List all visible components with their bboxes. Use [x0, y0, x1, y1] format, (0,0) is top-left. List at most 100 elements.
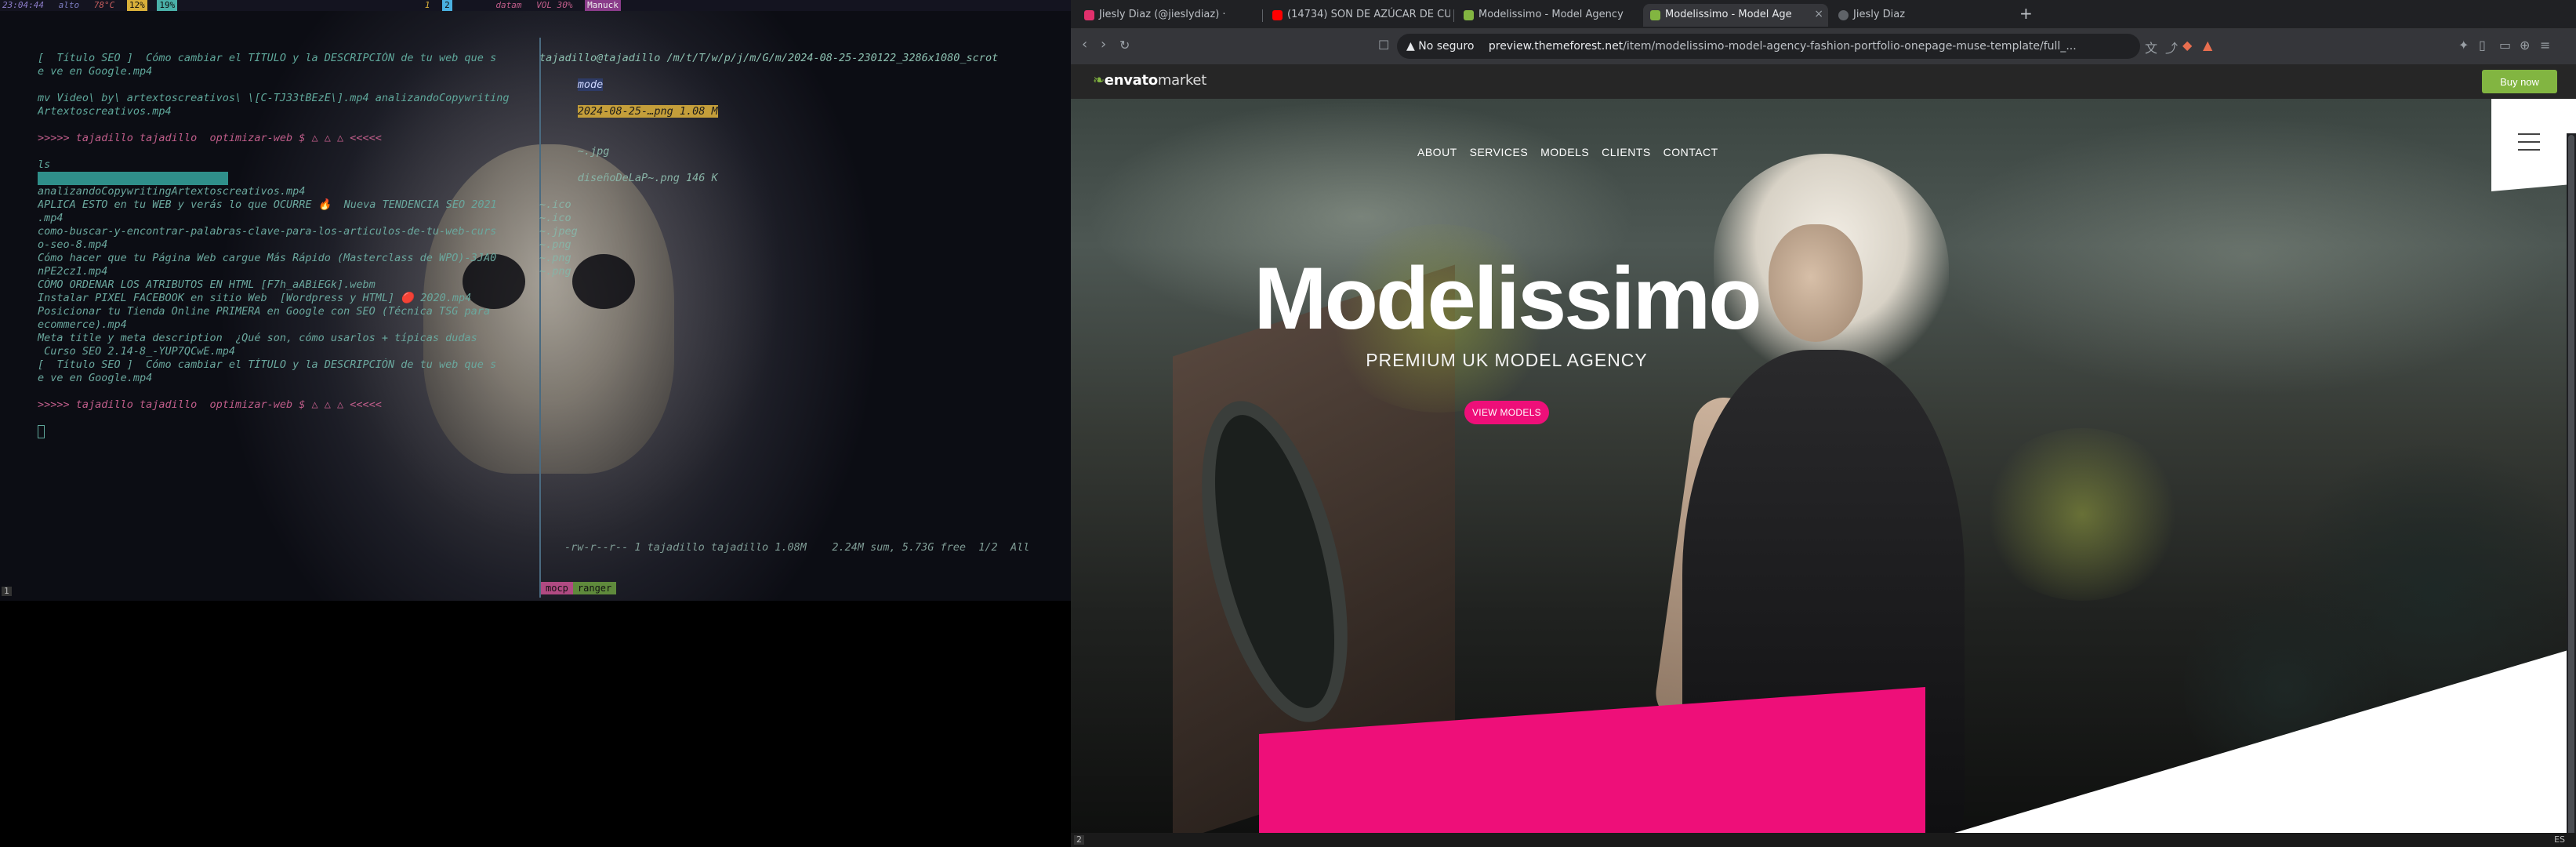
brave-shield-icon[interactable]: ◆: [2182, 38, 2192, 53]
bottom-status-bar: 2 ES: [1071, 833, 2576, 847]
web-content[interactable]: ❧envatomarket Buy now ABOUT SERVICES MOD…: [1071, 64, 2576, 833]
forward-icon[interactable]: ›: [1101, 36, 1106, 53]
tab-modelissimo-active[interactable]: Modelissimo - Model Age ×: [1643, 4, 1828, 27]
reload-icon[interactable]: ↻: [1119, 38, 1130, 53]
ranger-row[interactable]: mode 2024-08-25-…png 1.08 M: [539, 65, 1058, 132]
workspace-indicator: 2: [1074, 835, 1084, 845]
address-bar[interactable]: ▲ No seguro preview.themeforest.net/item…: [1397, 34, 2140, 59]
view-models-button[interactable]: VIEW MODELS: [1464, 401, 1549, 424]
terminal-cursor[interactable]: [38, 425, 511, 439]
bookmark-icon[interactable]: ☐: [1378, 38, 1389, 53]
terminal-line: e ve en Google.mp4: [38, 65, 153, 78]
shell-prompt: >>>>> tajadillo tajadillo optimizar-web …: [38, 132, 382, 144]
tab-label: Jiesly Diaz: [1853, 9, 1906, 20]
envato-icon: [1650, 10, 1660, 20]
file-entry: Cómo hacer que tu Página Web cargue Más …: [38, 252, 497, 264]
buy-now-button[interactable]: Buy now: [2482, 70, 2557, 93]
status-item-cpu: 12%: [126, 0, 147, 11]
nav-services[interactable]: SERVICES: [1470, 146, 1529, 158]
rewards-icon[interactable]: ▲: [2203, 38, 2212, 53]
file-entry: CÓMO ORDENAR LOS ATRIBUTOS EN HTML [F7h_…: [38, 278, 376, 291]
status-item-host: alto: [58, 0, 80, 10]
ranger-row[interactable]: ~.jpg diseñoDeLaP~.png 146 K: [539, 132, 1058, 198]
ranger-entry[interactable]: ~.png: [539, 252, 1058, 265]
ranger-entry[interactable]: ~.ico: [539, 212, 1058, 225]
nav-models[interactable]: MODELS: [1540, 146, 1589, 158]
close-tab-icon[interactable]: ×: [1814, 8, 1823, 20]
nav-contact[interactable]: CONTACT: [1664, 146, 1718, 158]
hero-section: ABOUT SERVICES MODELS CLIENTS CONTACT Mo…: [1071, 99, 2576, 833]
terminal-line: mv Video\ by\ artextoscreativos\ \[C-TJ3…: [38, 92, 510, 104]
file-entry: o-seo-8.mp4: [38, 238, 108, 251]
ranger-entry[interactable]: ~.jpeg: [539, 225, 1058, 238]
pane-number: 1: [2, 587, 12, 596]
file-entry: analizandoCopywritingArtextoscreativos.m…: [38, 185, 306, 198]
not-secure-label[interactable]: No seguro: [1418, 40, 1474, 53]
file-entry: Instalar PIXEL FACEBOOK en sitio Web [Wo…: [38, 292, 472, 304]
hamburger-icon[interactable]: [2518, 133, 2540, 135]
terminal-window[interactable]: [ Título SEO ] Cómo cambiar el TÍTULO y …: [0, 11, 1071, 601]
terminal-line: Artextoscreativos.mp4: [38, 105, 172, 118]
url-host: preview.themeforest.net: [1488, 40, 1624, 53]
terminal-line: [ Título SEO ] Cómo cambiar el TÍTULO y …: [38, 52, 497, 64]
nav-about[interactable]: ABOUT: [1417, 146, 1457, 158]
tmux-tabs[interactable]: mocp ranger: [541, 582, 617, 594]
shell-pane[interactable]: [ Título SEO ] Cómo cambiar el TÍTULO y …: [38, 52, 511, 593]
envato-icon: [1464, 10, 1474, 20]
file-entry: como-buscar-y-encontrar-palabras-clave-p…: [38, 225, 497, 238]
extensions-icon[interactable]: ✦: [2458, 38, 2469, 53]
file-entry: ecommerce).mp4: [38, 318, 127, 331]
file-entry: nPE2cz1.mp4: [38, 265, 108, 278]
envato-logo[interactable]: ❧envatomarket: [1093, 72, 1206, 89]
hamburger-menu[interactable]: [2491, 99, 2576, 191]
file-entry: Posicionar tu Tienda Online PRIMERA en G…: [38, 305, 491, 318]
tray-language: ES: [2554, 834, 2565, 845]
status-item-user: Manuck: [585, 0, 621, 11]
tab-instagram[interactable]: Jiesly Diaz (@jieslydiaz) ·: [1077, 4, 1259, 27]
wallet-icon[interactable]: ▭: [2499, 38, 2511, 53]
tab-jiesly[interactable]: Jiesly Diaz: [1831, 4, 2013, 27]
ranger-entry[interactable]: ~.ico: [539, 198, 1058, 212]
tab-modelissimo-1[interactable]: Modelissimo - Model Agency: [1457, 4, 1638, 27]
sidebar-icon[interactable]: ▯: [2479, 38, 2486, 53]
logo-market-text: market: [1157, 72, 1206, 89]
workspace-1[interactable]: 1: [423, 0, 433, 11]
ranger-entry[interactable]: ~.png: [539, 238, 1058, 252]
hero-title: Modelissimo: [1254, 249, 1761, 347]
globe-icon: [1838, 10, 1849, 20]
url-path: /item/modelissimo-model-agency-fashion-p…: [1623, 40, 2077, 53]
tmux-tab-mocp[interactable]: mocp: [541, 582, 573, 594]
menu-icon[interactable]: ≡: [2540, 38, 2550, 53]
ranger-path: tajadillo@tajadillo /m/t/T/w/p/j/m/G/m/2…: [539, 52, 999, 64]
translate-icon[interactable]: 文: [2145, 38, 2157, 56]
vpn-icon[interactable]: ⊕: [2520, 38, 2530, 53]
file-entry: e ve en Google.mp4: [38, 372, 153, 384]
tab-youtube[interactable]: (14734) SON DE AZÚCAR DE CU: [1265, 4, 1450, 27]
share-icon[interactable]: ⤴: [2165, 38, 2178, 56]
ranger-entry[interactable]: ~.png: [539, 265, 1058, 278]
browser-window[interactable]: Jiesly Diaz (@jieslydiaz) · (14734) SON …: [1071, 0, 2576, 847]
site-nav: ABOUT SERVICES MODELS CLIENTS CONTACT: [1413, 146, 1723, 158]
new-tab-button[interactable]: +: [2019, 4, 2033, 23]
tmux-tab-ranger[interactable]: ranger: [572, 582, 617, 594]
ranger-pane[interactable]: tajadillo@tajadillo /m/t/T/w/p/j/m/G/m/2…: [539, 52, 1058, 593]
workspace-2[interactable]: 2: [442, 0, 452, 11]
tab-strip: Jiesly Diaz (@jieslydiaz) · (14734) SON …: [1071, 0, 2576, 28]
file-entry: [ Título SEO ] Cómo cambiar el TÍTULO y …: [38, 358, 497, 371]
back-icon[interactable]: ‹: [1082, 36, 1087, 53]
ranger-file[interactable]: diseñoDeLaP~.png 146 K: [578, 172, 718, 184]
status-item-mem: 19%: [157, 0, 178, 11]
ranger-selected-file[interactable]: 2024-08-25-…png 1.08 M: [577, 105, 718, 118]
ranger-dir[interactable]: mode: [577, 78, 604, 91]
file-entry: Meta title y meta description ¿Qué son, …: [38, 332, 477, 344]
status-item-net: datam: [495, 0, 522, 10]
instagram-icon: [1084, 10, 1094, 20]
page-scrollbar[interactable]: [2567, 133, 2576, 833]
ranger-entry[interactable]: ~.jpg: [578, 145, 610, 158]
warning-icon[interactable]: ▲: [1406, 40, 1415, 53]
status-item-temp: 78°C: [93, 0, 115, 10]
clock: 23:04:44: [2, 0, 44, 10]
hero-subtitle: PREMIUM UK MODEL AGENCY: [1366, 350, 1648, 370]
nav-clients[interactable]: CLIENTS: [1602, 146, 1651, 158]
